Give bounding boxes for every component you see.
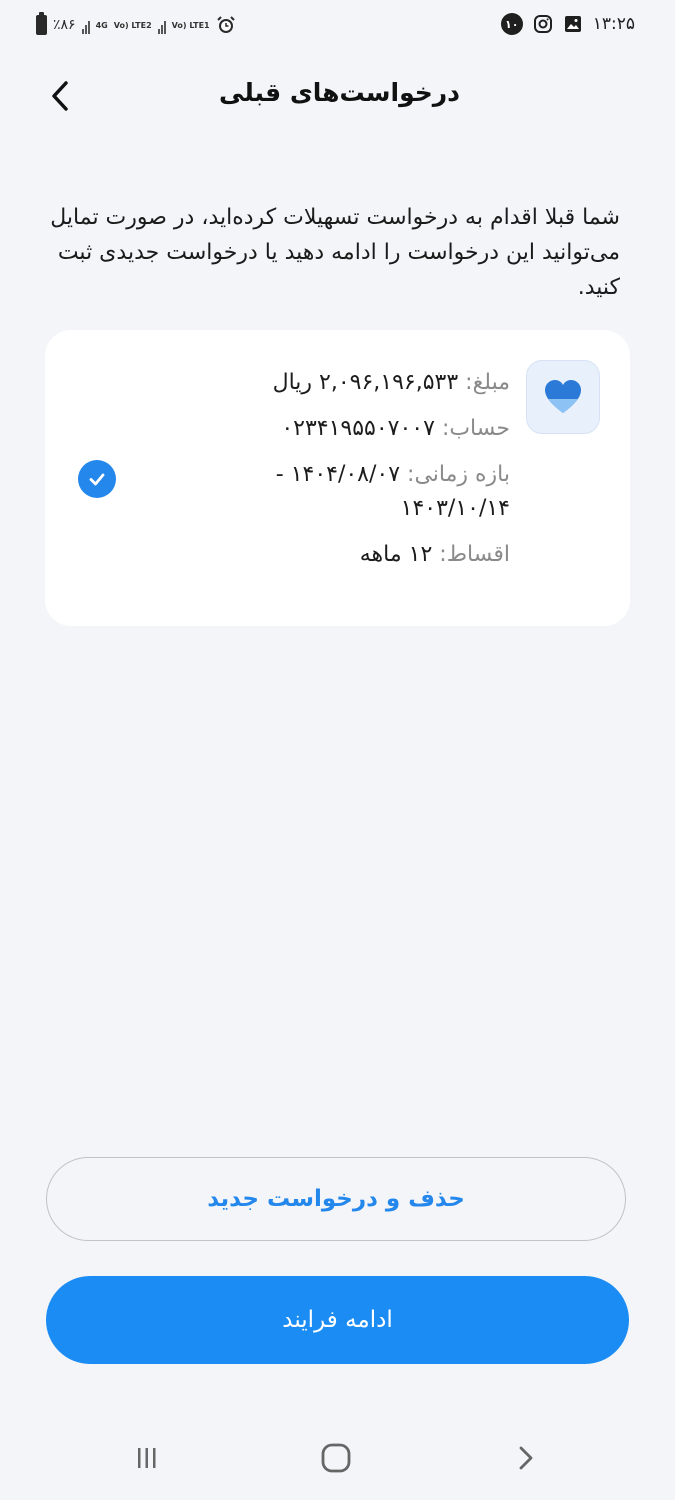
account-label: حساب:	[441, 416, 510, 441]
status-left: ٪۸۶ 4G Vo) LTE2 Vo) LTE1	[36, 12, 236, 38]
account-value: ۰۲۳۴۱۹۵۵۰۷۰۰۷	[281, 416, 435, 441]
network-label-2: Vo) LTE1	[171, 20, 210, 30]
instagram-icon	[533, 15, 552, 33]
screen: ٪۸۶ 4G Vo) LTE2 Vo) LTE1 ۱۰ ۱۳:۲۵ درخواس…	[0, 0, 675, 1500]
recent-apps-button[interactable]	[127, 1438, 167, 1478]
amount-label: مبلغ:	[465, 370, 510, 395]
installments-label: اقساط:	[439, 542, 510, 567]
alarm-icon	[216, 16, 235, 33]
network-label-1b: Vo) LTE2	[113, 20, 152, 30]
period-label: بازه زمانی:	[407, 462, 510, 487]
chevron-left-icon	[52, 81, 68, 111]
page-title: درخواست‌های قبلی	[219, 78, 460, 107]
previous-request-card[interactable]: مبلغ: ۲,۰۹۶,۱۹۶,۵۳۳ ریال حساب: ۰۲۳۴۱۹۵۵۰…	[45, 330, 630, 626]
amount-value: ۲,۰۹۶,۱۹۶,۵۳۳ ریال	[272, 370, 459, 395]
network-label-1: 4G	[95, 20, 108, 30]
status-bar: ٪۸۶ 4G Vo) LTE2 Vo) LTE1 ۱۰ ۱۳:۲۵	[0, 0, 675, 50]
installments-value: ۱۲ ماهه	[359, 542, 433, 567]
delete-and-new-request-button[interactable]: حذف و درخواست جدید	[46, 1157, 626, 1241]
battery-level: ٪۸۶	[53, 17, 76, 33]
description-text: شما قبلا اقدام به درخواست تسهیلات کرده‌ا…	[50, 205, 620, 300]
continue-process-button[interactable]: ادامه فرایند	[46, 1276, 629, 1364]
home-icon	[321, 1443, 351, 1473]
gallery-icon	[564, 16, 581, 32]
account-row: حساب: ۰۲۳۴۱۹۵۵۰۷۰۰۷	[210, 412, 510, 446]
nav-back-button[interactable]	[505, 1438, 545, 1478]
signal-icon	[81, 16, 90, 34]
card-icon-box	[526, 360, 600, 434]
amount-row: مبلغ: ۲,۰۹۶,۱۹۶,۵۳۳ ریال	[210, 366, 510, 400]
period-row: بازه زمانی: ۱۴۰۴/۰۸/۰۷ - ۱۴۰۳/۱۰/۱۴	[210, 458, 510, 526]
check-icon	[89, 473, 105, 486]
back-icon	[519, 1446, 533, 1470]
back-button[interactable]	[38, 74, 82, 118]
status-right: ۱۰ ۱۳:۲۵	[500, 12, 635, 36]
installments-row: اقساط: ۱۲ ماهه	[210, 538, 510, 572]
system-nav-bar	[0, 1410, 675, 1500]
clock: ۱۳:۲۵	[592, 14, 635, 34]
card-details: مبلغ: ۲,۰۹۶,۱۹۶,۵۳۳ ریال حساب: ۰۲۳۴۱۹۵۵۰…	[210, 366, 510, 584]
header: درخواست‌های قبلی	[0, 60, 675, 134]
battery-icon	[36, 12, 47, 35]
selected-check[interactable]	[78, 460, 116, 498]
recent-apps-icon	[138, 1448, 156, 1468]
notification-badge: ۱۰	[500, 13, 523, 35]
signal-icon	[157, 16, 166, 34]
home-button[interactable]	[316, 1438, 356, 1478]
heart-icon	[545, 380, 581, 413]
